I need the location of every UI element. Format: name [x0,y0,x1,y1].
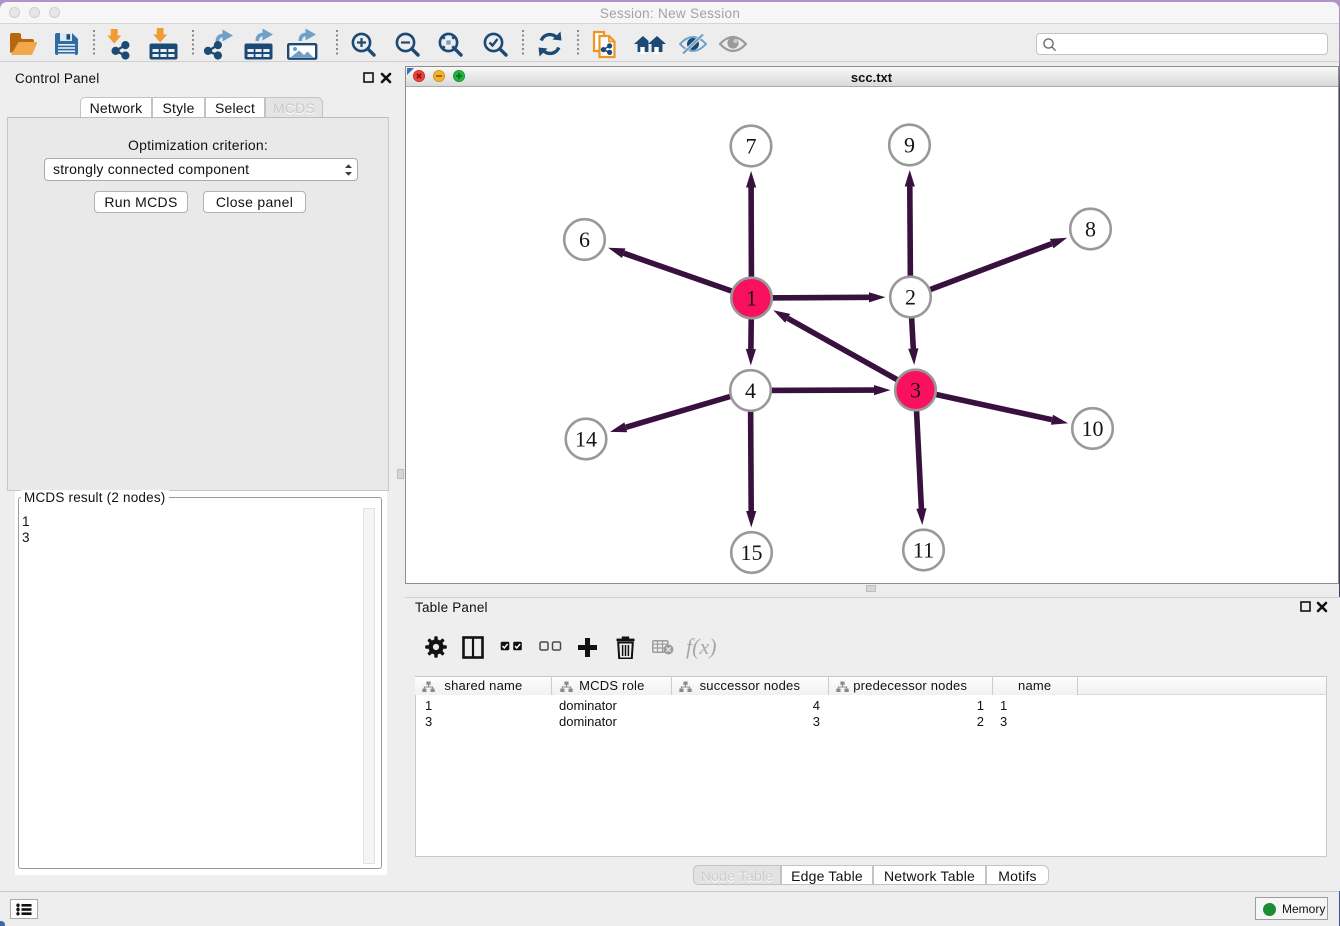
svg-text:10: 10 [1081,416,1103,441]
svg-text:9: 9 [904,132,915,157]
svg-text:6: 6 [579,227,590,252]
svg-text:15: 15 [740,540,762,565]
svg-text:14: 14 [575,426,597,451]
svg-text:8: 8 [1085,216,1096,241]
svg-text:1: 1 [746,285,757,310]
svg-text:3: 3 [910,377,921,402]
svg-text:4: 4 [745,378,756,403]
svg-text:11: 11 [912,537,933,562]
svg-text:7: 7 [745,133,756,158]
svg-text:2: 2 [905,284,916,309]
